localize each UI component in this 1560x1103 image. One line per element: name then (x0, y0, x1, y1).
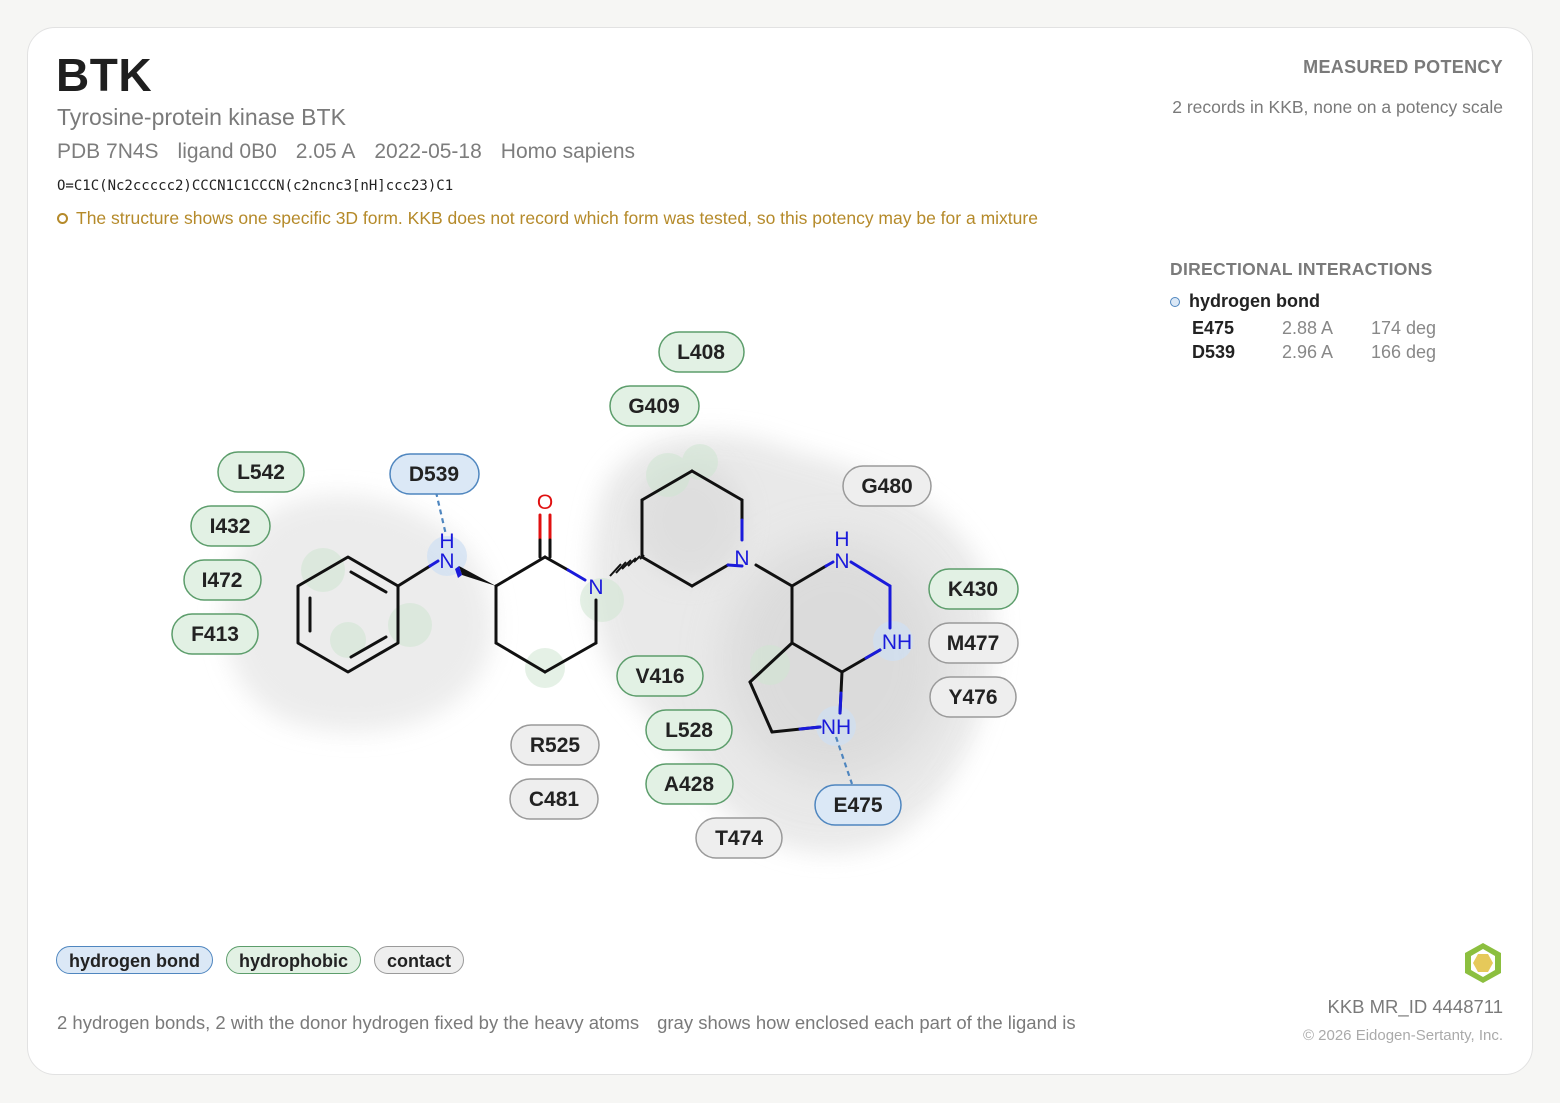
svg-text:E475: E475 (833, 794, 882, 817)
residue-K430[interactable]: K430 (928, 568, 1019, 610)
svg-text:L528: L528 (665, 719, 713, 742)
mr-id: KKB MR_ID 4448711 (1327, 996, 1503, 1017)
svg-text:M477: M477 (947, 632, 1000, 655)
svg-text:L542: L542 (237, 461, 285, 484)
svg-text:Y476: Y476 (948, 686, 997, 709)
residue-L408[interactable]: L408 (658, 331, 745, 373)
residue-G480[interactable]: G480 (842, 465, 932, 507)
svg-text:C481: C481 (529, 788, 580, 811)
piperidine-nitrogen: N (734, 547, 749, 570)
svg-text:G409: G409 (628, 395, 679, 418)
ring-nh-bottom: NH (821, 716, 851, 739)
ring-nitrogen-top: N (834, 550, 849, 573)
svg-text:I432: I432 (210, 515, 251, 538)
svg-text:R525: R525 (530, 734, 581, 757)
svg-text:D539: D539 (409, 463, 459, 486)
residue-I472[interactable]: I472 (183, 559, 262, 601)
residue-D539[interactable]: D539 (389, 453, 480, 495)
residue-A428[interactable]: A428 (645, 763, 734, 805)
shading-note: gray shows how enclosed each part of the… (657, 1012, 1076, 1033)
copyright: © 2026 Eidogen-Sertanty, Inc. (1302, 1027, 1503, 1044)
svg-text:K430: K430 (948, 578, 998, 601)
legend-hbond[interactable]: hydrogen bond (56, 946, 213, 974)
legend: hydrogen bond hydrophobic contact (56, 946, 464, 974)
ring-hydrogen-top: H (834, 528, 849, 551)
aniline-nitrogen: N (439, 550, 454, 573)
svg-text:V416: V416 (635, 665, 684, 688)
residue-L542[interactable]: L542 (217, 451, 305, 493)
residue-R525[interactable]: R525 (510, 724, 600, 766)
residue-C481[interactable]: C481 (509, 778, 599, 820)
legend-hydrophobic[interactable]: hydrophobic (225, 946, 361, 974)
residue-Y476[interactable]: Y476 (929, 676, 1017, 718)
svg-text:L408: L408 (677, 341, 725, 364)
residue-L528[interactable]: L528 (645, 709, 733, 751)
residue-I432[interactable]: I432 (190, 505, 271, 547)
svg-text:G480: G480 (861, 475, 912, 498)
oxygen-atom: O (537, 491, 553, 514)
residue-G409[interactable]: G409 (609, 385, 700, 427)
residue-E475[interactable]: E475 (814, 784, 902, 826)
svg-text:T474: T474 (715, 827, 763, 850)
svg-text:I472: I472 (202, 569, 243, 592)
legend-contact[interactable]: contact (373, 946, 464, 974)
residue-V416[interactable]: V416 (616, 655, 704, 697)
ring-nh-right: NH (882, 631, 912, 654)
amide-nitrogen: N (588, 576, 603, 599)
residue-T474[interactable]: T474 (695, 817, 783, 859)
residue-M477[interactable]: M477 (928, 622, 1019, 664)
footer-note: 2 hydrogen bonds, 2 with the donor hydro… (57, 1012, 1076, 1034)
interaction-diagram: O N N H N NH NH H N L408 G409 L542 I432 … (171, 331, 1019, 859)
hbond-summary: 2 hydrogen bonds, 2 with the donor hydro… (57, 1012, 640, 1033)
svg-text:A428: A428 (664, 773, 715, 796)
svg-text:F413: F413 (191, 623, 239, 646)
residue-F413[interactable]: F413 (171, 613, 259, 655)
company-logo-icon (1465, 943, 1501, 983)
